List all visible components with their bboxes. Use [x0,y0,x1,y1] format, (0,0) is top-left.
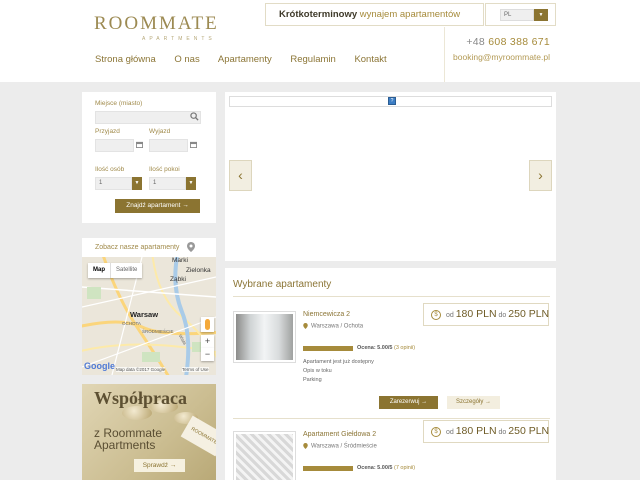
departure-input[interactable] [149,139,188,152]
reserve-button[interactable]: Zarezerwuj → [379,396,438,409]
map-label: Ząbki [170,276,186,283]
google-logo: Google [84,361,115,371]
find-apartment-button[interactable]: Znajdź apartament → [115,199,200,213]
nav-terms[interactable]: Regulamin [290,54,335,65]
contact-box: +48 608 388 671 booking@myroommate.pl [444,27,556,82]
divider [233,296,550,297]
opinions-link[interactable]: (3 opinii) [394,345,415,351]
nav-apartments[interactable]: Apartamenty [218,54,272,65]
nav-contact[interactable]: Kontakt [354,54,386,65]
persons-label: Ilość osób [95,166,125,173]
map-type-tabs: Map Satellite [88,263,143,278]
tagline: Krótkoterminowy wynajem apartamentów [265,3,484,26]
language-box: PL ▼ [485,3,556,26]
apartment-name[interactable]: Niemcewicza 2 [303,311,350,318]
zoom-out-button[interactable]: − [201,348,214,361]
logo[interactable]: ROOMMATE APARTMENTS [94,14,234,44]
check-button[interactable]: Sprawdź → [134,459,185,472]
promo-subtitle: Apartments [94,438,156,452]
coin-icon: $ [431,427,441,438]
tagline-bold: Krótkoterminowy [279,9,358,20]
phone[interactable]: +48 608 388 671 [445,36,550,48]
apartment-location: Warszawa / Śródmieście [303,443,377,450]
coin-icon: $ [431,310,441,321]
terms-link[interactable]: Terms of Use [182,367,209,372]
main-nav: Strona główna O nas Apartamenty Regulami… [95,54,403,65]
divider [233,418,550,419]
chevron-down-icon[interactable]: ▼ [534,9,548,21]
slider-prev-button[interactable]: ‹ [229,160,252,191]
nav-home[interactable]: Strona główna [95,54,156,65]
logo-subtitle: APARTMENTS [142,36,216,42]
rating: Ocena: 5.00/5 (7 opinii) [357,465,416,471]
zoom-in-button[interactable]: + [201,335,214,348]
map-label: Marki [172,257,188,264]
nav-about[interactable]: O nas [174,54,199,65]
site-header: ROOMMATE APARTMENTS Strona główna O nas … [0,0,640,82]
feature-text: Opis w toku [303,368,332,374]
price-range: $ od 180 PLN do 250 PLN [423,303,549,326]
search-icon[interactable] [190,112,199,123]
rating-bar [303,466,353,471]
apartment-photo[interactable] [233,431,296,480]
place-input[interactable] [95,111,201,124]
tagline-rest: wynajem apartamentów [359,9,461,20]
arrival-label: Przyjazd [95,128,120,135]
details-button[interactable]: Szczegóły → [447,396,500,409]
map-label: Zielonka [186,267,211,274]
map-title: Zobacz nasze apartamenty [82,238,216,257]
map-label: Warsaw [130,310,159,319]
map-label: ŚRÓDMIEŚCIE [142,329,174,334]
search-panel: Miejsce (miasto) Przyjazd Wyjazd Ilość o… [82,92,216,223]
opinions-link[interactable]: (7 opinii) [394,465,415,471]
map-pin-icon [187,242,195,252]
map-data-attribution: Map data ©2017 Google [116,367,166,372]
feature-text: Apartament jest już dostępny [303,359,374,365]
promo-title: Współpraca [94,388,188,408]
slider-handle-icon[interactable]: ? [388,97,396,105]
apartment-photo[interactable] [233,311,296,363]
slider-progress: ? [229,96,552,107]
rating-bar [303,346,353,351]
tab-map[interactable]: Map [88,263,110,278]
section-title: Wybrane apartamenty [233,279,332,290]
phone-prefix: +48 [466,36,486,48]
rooms-select[interactable]: 1 [149,177,186,190]
location-pin-icon [303,443,308,449]
price-range: $ od 180 PLN do 250 PLN [423,420,549,443]
street-view-icon[interactable] [201,317,214,332]
rating: Ocena: 5.00/5 (3 opinii) [357,345,416,351]
slider-next-button[interactable]: › [529,160,552,191]
chevron-down-icon[interactable]: ▼ [132,177,142,190]
phone-number: 608 388 671 [488,36,550,48]
featured-apartments: Wybrane apartamenty Niemcewicza 2 Warsza… [225,268,556,480]
calendar-icon[interactable] [190,141,197,150]
promo-banner[interactable]: Współpraca z Roommate Apartments ROOMMAT… [82,384,216,480]
location-pin-icon [303,323,308,329]
email-link[interactable]: booking@myroommate.pl [445,52,550,62]
rooms-label: Ilość pokoi [149,166,180,173]
place-label: Miejsce (miasto) [95,100,143,107]
map-label: OCHOTA [122,321,141,326]
google-map[interactable]: Map Satellite Marki Zielonka Ząbki Warsaw… [82,257,216,375]
apartment-name[interactable]: Apartament Giełdowa 2 [303,431,376,438]
language-select[interactable]: PL [500,9,534,21]
arrival-input[interactable] [95,139,134,152]
persons-select[interactable]: 1 [95,177,132,190]
chevron-down-icon[interactable]: ▼ [186,177,196,190]
image-slider: ? ‹ › [225,92,556,261]
departure-label: Wyjazd [149,128,171,135]
feature-text: Parking [303,377,322,383]
logo-text: ROOMMATE [94,13,219,34]
map-title-text: Zobacz nasze apartamenty [95,244,180,251]
tab-satellite[interactable]: Satellite [110,263,142,278]
calendar-icon[interactable] [136,141,143,150]
apartment-location: Warszawa / Ochota [303,323,363,330]
